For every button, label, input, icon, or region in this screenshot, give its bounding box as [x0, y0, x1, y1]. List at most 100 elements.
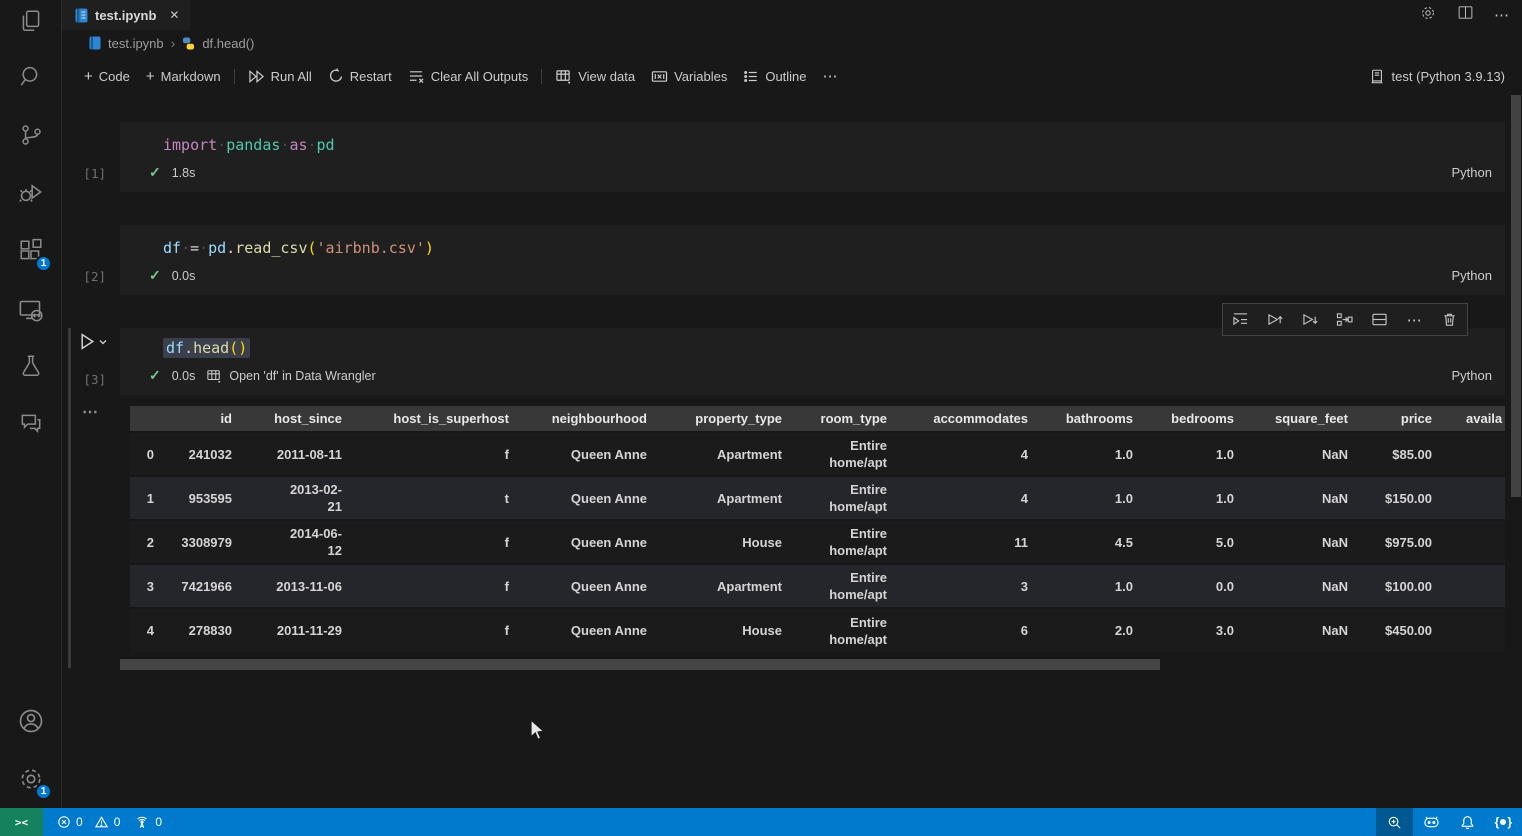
execute-cells-icon[interactable] — [1226, 306, 1254, 334]
braces-status-icon[interactable]: { } — [1485, 808, 1522, 836]
table-cell: f — [352, 564, 519, 608]
view-data-button[interactable]: View data — [547, 63, 643, 89]
tab-close-icon[interactable]: ✕ — [169, 8, 179, 22]
dataframe-output: idhost_sincehost_is_superhostneighbourho… — [130, 406, 1505, 652]
radio-tower-icon — [134, 815, 150, 829]
column-header: availa — [1442, 406, 1505, 432]
clear-all-outputs-button[interactable]: Clear All Outputs — [400, 63, 537, 89]
editor-more-actions-icon[interactable]: ⋯ — [1494, 6, 1510, 24]
problems-indicator[interactable]: 0 0 — [57, 815, 120, 829]
code-cell-3[interactable]: df.head() ✓ 0.0s Open 'df' in Data Wrang… — [120, 328, 1505, 395]
variables-label: Variables — [674, 69, 727, 84]
cell-language-picker[interactable]: Python — [1452, 368, 1492, 383]
run-debug-icon[interactable] — [0, 169, 61, 215]
settings-badge: 1 — [35, 783, 52, 800]
clear-all-outputs-label: Clear All Outputs — [431, 69, 529, 84]
play-icon — [79, 332, 96, 351]
view-data-label: View data — [578, 69, 635, 84]
table-cell: 1.0 — [1038, 476, 1143, 520]
source-control-icon[interactable] — [0, 112, 61, 158]
tab-test-ipynb[interactable]: test.ipynb ✕ — [62, 0, 190, 30]
table-cell: Entire home/apt — [792, 520, 897, 564]
split-cell-icon[interactable] — [1366, 306, 1394, 334]
remote-indicator[interactable]: >< — [0, 808, 43, 836]
horizontal-scrollbar[interactable] — [120, 659, 1160, 670]
search-icon[interactable] — [0, 53, 61, 99]
table-row: 233089792014-06- 12fQueen AnneHouseEntir… — [130, 520, 1505, 564]
vertical-scrollbar[interactable] — [1511, 95, 1521, 497]
add-markdown-cell-button[interactable]: + Markdown — [138, 63, 229, 89]
open-data-wrangler-link[interactable]: Open 'df' in Data Wrangler — [206, 369, 375, 383]
table-cell: 7421966 — [164, 564, 242, 608]
notebook-settings-gear-icon[interactable] — [1419, 4, 1437, 27]
cell-language-picker[interactable]: Python — [1452, 165, 1492, 180]
data-wrangler-cell-icon[interactable] — [1331, 306, 1359, 334]
table-cell: 4 — [897, 476, 1038, 520]
table-cell: Queen Anne — [519, 432, 657, 476]
outline-list-icon — [743, 69, 759, 84]
dataframe-table: idhost_sincehost_is_superhostneighbourho… — [130, 406, 1505, 652]
delete-cell-icon[interactable] — [1435, 306, 1463, 334]
table-cell: Apartment — [657, 432, 792, 476]
outline-button[interactable]: Outline — [735, 63, 814, 89]
output-options-icon[interactable]: ⋯ — [82, 402, 99, 422]
cell-status-bar: ✓ 0.0s Open 'df' in Data Wrangler Python — [120, 358, 1505, 384]
table-cell: 1 — [130, 476, 164, 520]
table-cell: Apartment — [657, 564, 792, 608]
restart-label: Restart — [350, 69, 392, 84]
split-editor-icon[interactable] — [1457, 4, 1474, 26]
add-code-label: Code — [99, 69, 130, 84]
code-line[interactable]: df·=·pd.read_csv('airbnb.csv') — [120, 225, 1505, 258]
table-cell: Queen Anne — [519, 476, 657, 520]
ports-indicator[interactable]: 0 — [134, 815, 162, 829]
comments-icon[interactable] — [0, 400, 61, 446]
remote-explorer-icon[interactable] — [0, 287, 61, 333]
table-cell: f — [352, 432, 519, 476]
execute-above-cells-icon[interactable] — [1261, 306, 1289, 334]
notebook-toolbar: + Code + Markdown Run All Restart Clear … — [62, 56, 1522, 96]
execute-cell-and-below-icon[interactable] — [1296, 306, 1324, 334]
kernel-icon — [1369, 68, 1385, 85]
run-all-icon — [248, 69, 265, 84]
add-code-cell-button[interactable]: + Code — [76, 63, 138, 89]
cell-status-bar: ✓ 1.8s Python — [120, 155, 1505, 181]
toolbar-more-actions-icon[interactable]: ⋯ — [815, 63, 847, 89]
run-all-button[interactable]: Run All — [240, 63, 320, 89]
table-cell — [1442, 476, 1505, 520]
error-count: 0 — [76, 815, 83, 829]
table-cell: $975.00 — [1358, 520, 1442, 564]
status-bar: >< 0 0 0 { } — [0, 808, 1522, 836]
breadcrumb-separator: › — [171, 35, 176, 51]
table-cell: 2014-06- 12 — [242, 520, 352, 564]
run-cell-button[interactable] — [79, 332, 108, 351]
kernel-picker[interactable]: test (Python 3.9.13) — [1369, 56, 1505, 96]
zoom-status-icon[interactable] — [1376, 808, 1413, 836]
error-icon — [57, 815, 71, 829]
testing-icon[interactable] — [0, 343, 61, 389]
variables-button[interactable]: Variables — [643, 63, 735, 89]
code-cell-2[interactable]: df·=·pd.read_csv('airbnb.csv') ✓ 0.0s Py… — [120, 225, 1505, 295]
toolbar-divider — [234, 69, 235, 84]
settings-gear-icon[interactable]: 1 — [0, 756, 61, 802]
breadcrumb-symbol[interactable]: df.head() — [202, 36, 254, 51]
table-cell: 2 — [130, 520, 164, 564]
breadcrumb-file[interactable]: test.ipynb — [108, 36, 164, 51]
restart-button[interactable]: Restart — [320, 63, 400, 89]
copilot-icon[interactable] — [1413, 808, 1450, 836]
extensions-badge: 1 — [35, 255, 52, 272]
vscode-window: 1 1 test.ipynb ✕ — [0, 0, 1522, 836]
account-icon[interactable] — [0, 698, 61, 744]
notebook-file-icon — [89, 36, 101, 50]
code-line[interactable]: import·pandas·as·pd — [120, 122, 1505, 155]
notifications-bell-icon[interactable] — [1450, 808, 1485, 836]
table-row: 374219662013-11-06fQueen AnneApartmentEn… — [130, 564, 1505, 608]
table-cell: 2011-11-29 — [242, 608, 352, 652]
extensions-icon[interactable]: 1 — [0, 228, 61, 274]
explorer-icon[interactable] — [0, 0, 61, 44]
cell-language-picker[interactable]: Python — [1452, 268, 1492, 283]
plus-icon: + — [84, 68, 93, 85]
table-cell: Entire home/apt — [792, 476, 897, 520]
code-cell-1[interactable]: import·pandas·as·pd ✓ 1.8s Python — [120, 122, 1505, 192]
cell-more-actions-icon[interactable]: ⋯ — [1401, 306, 1429, 334]
toolbar-divider — [541, 69, 542, 84]
